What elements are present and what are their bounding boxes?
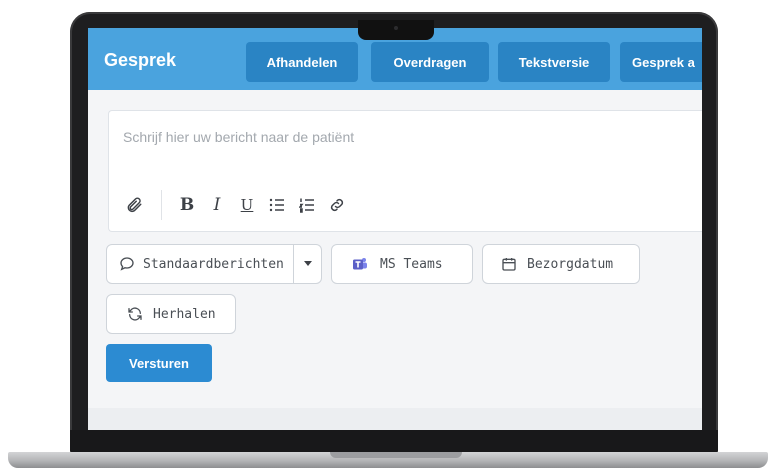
standaardberichten-label: Standaardberichten — [143, 256, 284, 272]
numbered-list-icon[interactable] — [296, 194, 318, 216]
message-editor[interactable]: Schrijf hier uw bericht naar de patiënt … — [108, 110, 702, 232]
italic-icon[interactable]: I — [206, 194, 228, 216]
underline-icon[interactable]: U — [236, 194, 258, 216]
ms-teams-label: MS Teams — [380, 256, 443, 272]
bold-icon[interactable]: B — [176, 194, 198, 216]
caret-down-icon — [303, 261, 312, 266]
bottom-strip — [88, 408, 702, 430]
editor-toolbar: B I U — [123, 189, 356, 221]
bezorgdatum-label: Bezorgdatum — [527, 256, 614, 272]
page-title: Gesprek — [104, 50, 177, 70]
afhandelen-button[interactable]: Afhandelen — [246, 42, 358, 82]
standaardberichten-dropdown[interactable]: Standaardberichten — [106, 244, 322, 284]
tekstversie-button[interactable]: Tekstversie — [498, 42, 610, 82]
versturen-button[interactable]: Versturen — [106, 344, 212, 382]
paperclip-icon[interactable] — [123, 194, 145, 216]
laptop-screen: Gesprek Afhandelen Overdragen Tekstversi… — [88, 28, 702, 430]
laptop-bezel — [70, 430, 718, 454]
ms-teams-button[interactable]: MS Teams — [331, 244, 473, 284]
gesprek-button[interactable]: Gesprek a — [620, 42, 702, 82]
laptop-base-groove — [330, 452, 462, 458]
standaardberichten-caret[interactable] — [293, 245, 321, 283]
herhalen-label: Herhalen — [153, 306, 216, 322]
bezorgdatum-button[interactable]: Bezorgdatum — [482, 244, 640, 284]
calendar-icon — [502, 258, 516, 271]
chat-bubble-icon — [120, 257, 134, 271]
link-icon[interactable] — [326, 194, 348, 216]
message-placeholder[interactable]: Schrijf hier uw bericht naar de patiënt — [123, 129, 354, 145]
bullet-list-icon[interactable] — [266, 194, 288, 216]
refresh-icon — [128, 307, 142, 321]
toolbar-divider — [161, 190, 162, 220]
camera-icon — [394, 26, 398, 30]
camera-notch — [358, 20, 434, 40]
herhalen-button[interactable]: Herhalen — [106, 294, 236, 334]
ms-teams-icon — [353, 258, 367, 270]
overdragen-button[interactable]: Overdragen — [371, 42, 489, 82]
